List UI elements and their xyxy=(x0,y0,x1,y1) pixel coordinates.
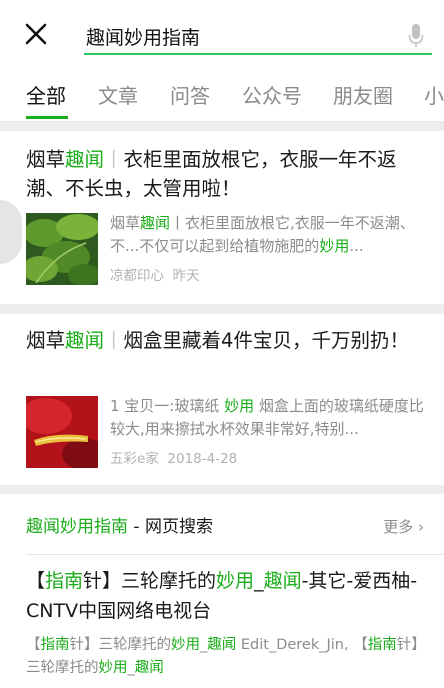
red-gold-photo-icon xyxy=(26,396,98,468)
article-source[interactable]: 五彩e家 xyxy=(110,451,159,467)
article-title[interactable]: 烟草趣闻丨衣柜里面放根它，衣服一年不返潮、不长虫，太管用啦！ xyxy=(26,145,426,203)
web-result-snippet: 【指南针】三轮摩托的妙用_趣闻 Edit_Derek_Jin, 【指南针】三轮摩… xyxy=(26,637,426,676)
chevron-right-icon: › xyxy=(418,518,424,536)
article-snippet: 烟草趣闻丨衣柜里面放根它,衣服一年不返潮、不...不仅可以起到给植物施肥的妙用.… xyxy=(110,214,415,255)
green-plant-photo-icon xyxy=(26,213,98,285)
article-title[interactable]: 烟草趣闻丨烟盒里藏着4件宝贝，千万别扔！ xyxy=(26,326,426,355)
search-bar: 趣闻妙用指南 xyxy=(0,0,444,68)
article-meta: 五彩e家 2018-4-28 xyxy=(110,447,237,467)
tab-all[interactable]: 全部 xyxy=(26,80,66,109)
article-result-1[interactable]: 烟草趣闻丨衣柜里面放根它，衣服一年不返潮、不长虫，太管用啦！ 烟草趣闻丨衣柜里面… xyxy=(0,131,444,304)
tab-articles[interactable]: 文章 xyxy=(98,80,138,109)
article-result-2[interactable]: 烟草趣闻丨烟盒里藏着4件宝贝，千万别扔！ 1 宝贝一:玻璃纸 妙用 烟盒上面的玻… xyxy=(0,314,444,485)
web-search-section: 趣闻妙用指南 - 网页搜索 更多 › 【指南针】三轮摩托的妙用_趣闻-其它-爱西… xyxy=(0,494,444,688)
tab-official-accounts[interactable]: 公众号 xyxy=(242,80,302,109)
category-tabs: 全部 文章 问答 公众号 朋友圈 小 xyxy=(0,68,444,122)
article-thumbnail xyxy=(26,396,98,468)
divider xyxy=(26,554,444,555)
tab-qa[interactable]: 问答 xyxy=(170,80,210,109)
more-button[interactable]: 更多 › xyxy=(383,516,424,537)
web-result-title[interactable]: 【指南针】三轮摩托的妙用_趣闻-其它-爱西柚-CNTV中国网络电视台 xyxy=(26,566,422,626)
search-input[interactable]: 趣闻妙用指南 xyxy=(84,17,432,55)
article-snippet: 1 宝贝一:玻璃纸 妙用 烟盒上面的玻璃纸硬度比较大,用来擦拭水杯效果非常好,特… xyxy=(110,397,424,438)
article-time: 昨天 xyxy=(172,268,200,284)
article-meta: 凉都印心 昨天 xyxy=(110,264,200,284)
tab-mini-programs[interactable]: 小 xyxy=(424,80,444,109)
search-query[interactable]: 趣闻妙用指南 xyxy=(86,23,200,50)
article-time: 2018-4-28 xyxy=(167,451,238,467)
article-source[interactable]: 凉都印心 xyxy=(110,268,164,284)
web-search-heading: 趣闻妙用指南 - 网页搜索 xyxy=(26,517,213,537)
tab-moments[interactable]: 朋友圈 xyxy=(333,80,393,109)
close-icon[interactable] xyxy=(22,20,50,48)
microphone-icon[interactable] xyxy=(408,23,424,49)
active-tab-indicator xyxy=(26,116,68,119)
article-thumbnail xyxy=(26,213,98,285)
